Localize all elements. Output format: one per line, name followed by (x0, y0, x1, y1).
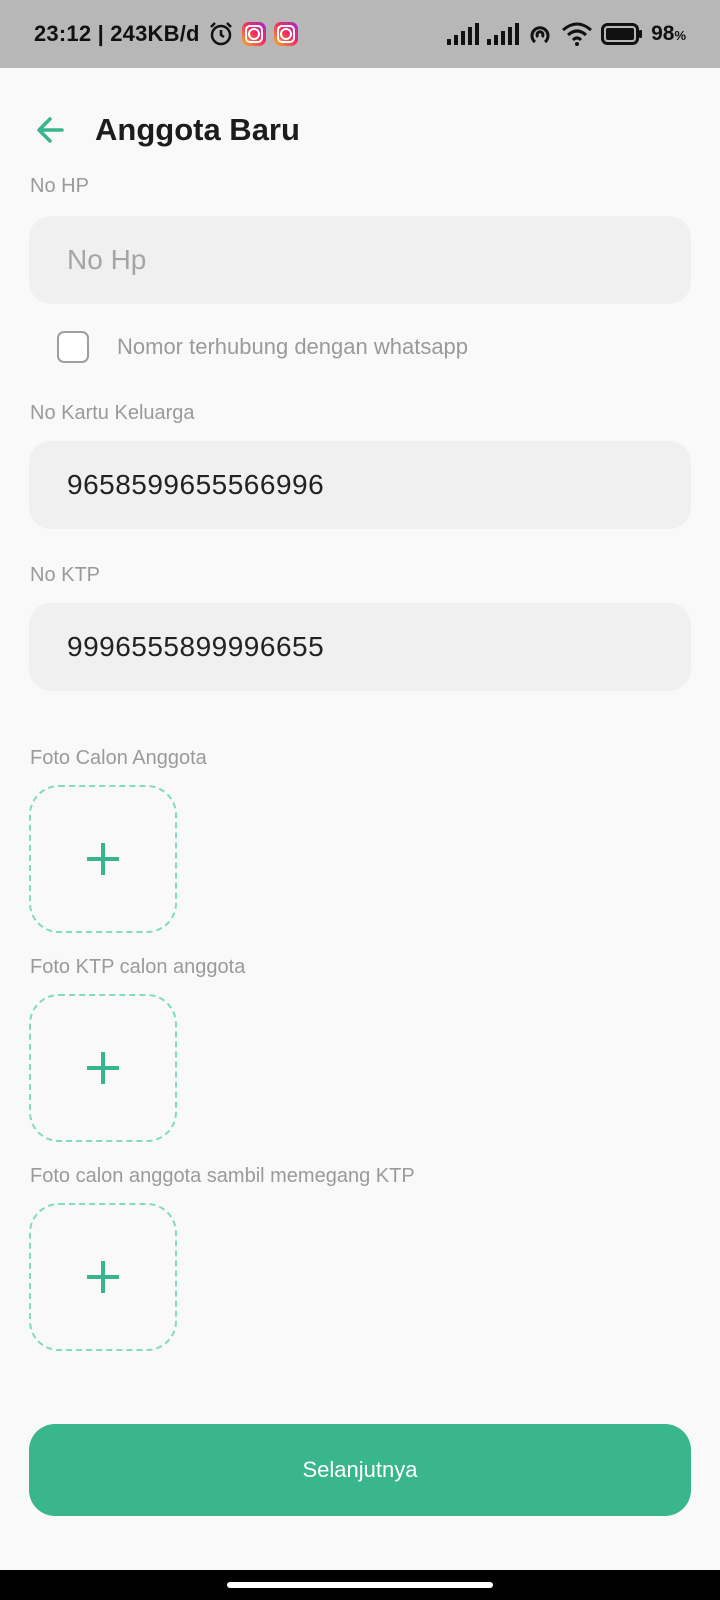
wifi-icon (562, 22, 593, 46)
hotspot-icon (530, 26, 550, 44)
phone-label: No HP (30, 175, 89, 197)
signal-icon (487, 23, 520, 45)
next-button[interactable]: Selanjutnya (29, 1424, 691, 1516)
upload-ktp-label: Foto KTP calon anggota (30, 956, 246, 978)
plus-icon (87, 1052, 119, 1084)
page-title: Anggota Baru (95, 112, 300, 147)
status-bar: 23:12 | 243KB/d 98% (0, 0, 720, 68)
whatsapp-checkbox-label: Nomor terhubung dengan whatsapp (117, 334, 469, 359)
upload-ktp-button[interactable] (29, 994, 177, 1142)
upload-selfie-ktp-label: Foto calon anggota sambil memegang KTP (30, 1165, 415, 1187)
whatsapp-checkbox-row[interactable]: Nomor terhubung dengan whatsapp (57, 331, 468, 363)
instagram-icon (273, 22, 298, 46)
signal-icon (447, 23, 480, 45)
home-indicator[interactable] (227, 1582, 493, 1588)
plus-icon (87, 1261, 119, 1293)
alarm-icon (209, 22, 232, 46)
phone-input[interactable]: No Hp (29, 216, 691, 304)
back-arrow-icon[interactable] (32, 112, 68, 148)
status-left: 23:12 | 243KB/d (34, 21, 298, 47)
kk-label: No Kartu Keluarga (30, 402, 195, 424)
upload-photo-button[interactable] (29, 785, 177, 933)
kk-value: 9658599655566996 (67, 469, 325, 500)
battery-icon (601, 23, 643, 45)
ktp-value: 9996555899996655 (67, 631, 325, 662)
ktp-label: No KTP (30, 564, 101, 586)
status-time: 23:12 | 243KB/d (34, 21, 200, 46)
battery-percent: 98% (651, 22, 686, 45)
kk-input[interactable]: 9658599655566996 (29, 441, 691, 529)
navigation-bar (0, 1570, 720, 1600)
plus-icon (87, 843, 119, 875)
phone-placeholder: No Hp (67, 244, 147, 275)
app-header: Anggota Baru (0, 68, 720, 178)
upload-photo-label: Foto Calon Anggota (30, 747, 207, 769)
status-right: 98% (447, 22, 686, 46)
upload-selfie-ktp-button[interactable] (29, 1203, 177, 1351)
whatsapp-checkbox[interactable] (57, 331, 89, 363)
instagram-icon (241, 22, 266, 46)
ktp-input[interactable]: 9996555899996655 (29, 603, 691, 691)
